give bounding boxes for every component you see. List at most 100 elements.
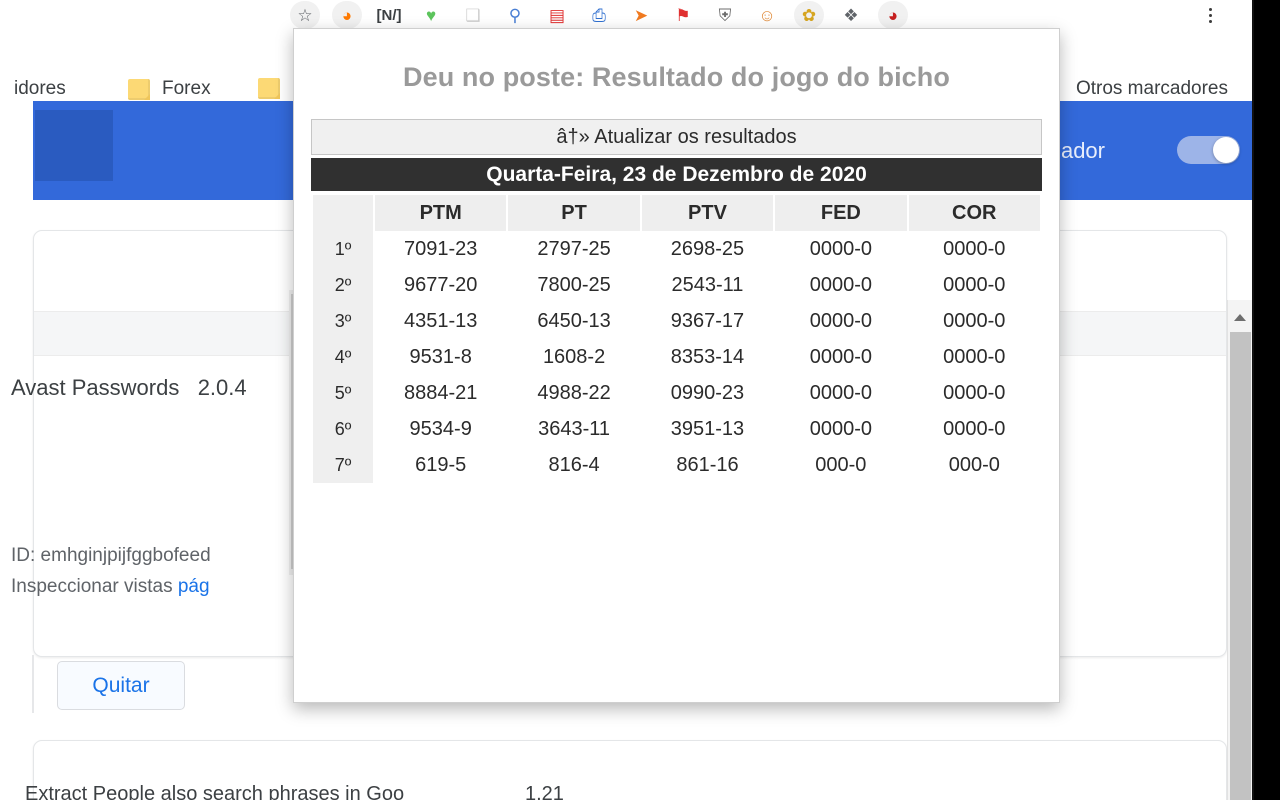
extension-id: ID: emhginjpijfggbofeed — [11, 545, 211, 566]
extension-second-version: 1.21 — [525, 783, 564, 800]
extension-second-name: Extract People also search phrases in Go… — [25, 783, 405, 800]
result-value: 3951-13 — [641, 411, 774, 447]
bookmark-star-icon[interactable]: ☆ — [290, 1, 320, 29]
result-position: 4º — [313, 339, 373, 375]
result-value: 3643-11 — [508, 411, 640, 447]
result-position: 3º — [313, 303, 373, 339]
results-table-row: 6º 9534-9 3643-11 3951-13 0000-0 0000-0 — [313, 411, 1040, 447]
gold-badge-icon[interactable]: ✿ — [794, 1, 824, 29]
extension-popup: Deu no poste: Resultado do jogo do bicho… — [293, 28, 1060, 703]
scroll-up-arrow-icon[interactable] — [1228, 308, 1252, 326]
results-table-row: 7º 619-5 816-4 861-16 000-0 000-0 — [313, 447, 1040, 483]
results-table-body: 1º 7091-23 2797-25 2698-25 0000-0 0000-0 2º 967… — [313, 231, 1040, 483]
note-page-icon[interactable]: ❑ — [458, 1, 488, 29]
inspect-views-label: Inspeccionar vistas — [11, 576, 173, 597]
red-black-avatar-icon[interactable]: ◕ — [878, 1, 908, 29]
three-dots-menu-icon[interactable] — [1198, 2, 1222, 28]
results-header-cor: COR — [908, 195, 1040, 231]
result-value: 9534-9 — [375, 411, 507, 447]
result-value: 0000-0 — [775, 231, 907, 267]
results-header-fed: FED — [775, 195, 907, 231]
browser-toolbar: ☆ ◕ [N/] ♥ ❑ ⚲ ▤ ⎙ ➤ ⚑ ⛨ ☺ ✿ ❖ ◕ — [0, 0, 1254, 30]
results-table-row: 4º 9531-8 1608-2 8353-14 0000-0 0000-0 — [313, 339, 1040, 375]
result-value: 9677-20 — [375, 267, 507, 303]
result-value: 619-5 — [375, 447, 507, 483]
browser-window: rollador Avast Passwords 2.0.4 ID: emhgi… — [0, 0, 1280, 800]
folder-icon — [258, 78, 280, 99]
result-value: 8884-21 — [375, 375, 507, 411]
bookmark-item-2[interactable] — [258, 78, 280, 99]
remove-extension-button[interactable]: Quitar — [57, 661, 185, 710]
extension-name-version: Avast Passwords 2.0.4 — [11, 375, 247, 401]
result-value: 0000-0 — [775, 375, 907, 411]
refresh-results-button[interactable]: â†» Atualizar os resultados — [311, 119, 1042, 155]
result-value: 4351-13 — [375, 303, 507, 339]
result-position: 7º — [313, 447, 373, 483]
extension-version: 2.0.4 — [197, 375, 247, 400]
result-value: 0000-0 — [908, 411, 1040, 447]
santa-emoji-icon[interactable]: ☺ — [752, 1, 782, 29]
popup-title: Deu no poste: Resultado do jogo do bicho — [403, 62, 950, 92]
result-value: 0000-0 — [775, 411, 907, 447]
result-value: 000-0 — [908, 447, 1040, 483]
result-value: 1608-2 — [508, 339, 640, 375]
red-film-icon[interactable]: ▤ — [542, 1, 572, 29]
search-magnifier-icon[interactable]: ⚲ — [500, 1, 530, 29]
result-value: 861-16 — [641, 447, 774, 483]
toggle-knob — [1213, 137, 1239, 163]
nj-extension-icon[interactable]: [N/] — [374, 1, 404, 29]
result-position: 6º — [313, 411, 373, 447]
other-bookmarks-label: Otros marcadores — [1075, 78, 1228, 99]
result-value: 000-0 — [775, 447, 907, 483]
developer-mode-toggle[interactable] — [1177, 136, 1240, 164]
avast-icon[interactable]: ◕ — [332, 1, 362, 29]
results-table: PTM PT PTV FED COR 1º 7091-23 2797-25 2698-25 00… — [311, 195, 1042, 483]
extension-name: Avast Passwords — [11, 375, 180, 400]
result-position: 5º — [313, 375, 373, 411]
monitor-icon[interactable]: ⎙ — [584, 1, 614, 29]
result-value: 9367-17 — [641, 303, 774, 339]
folder-icon — [128, 78, 150, 100]
result-value: 2698-25 — [641, 231, 774, 267]
bookmark-label: Forex — [162, 78, 211, 99]
green-shield-icon[interactable]: ♥ — [416, 1, 446, 29]
results-header-ptm: PTM — [375, 195, 507, 231]
window-border-right — [1254, 0, 1280, 800]
results-table-row: 1º 7091-23 2797-25 2698-25 0000-0 0000-0 — [313, 231, 1040, 267]
result-position: 2º — [313, 267, 373, 303]
results-header-pt: PT — [508, 195, 640, 231]
page-scrollbar[interactable] — [1227, 300, 1252, 800]
result-value: 8353-14 — [641, 339, 774, 375]
results-header-position — [313, 195, 373, 231]
result-value: 6450-13 — [508, 303, 640, 339]
result-value: 7800-25 — [508, 267, 640, 303]
orange-arrow-icon[interactable]: ➤ — [626, 1, 656, 29]
results-date-bar: Quarta-Feira, 23 de Dezembro de 2020 — [311, 158, 1042, 191]
page-scrollbar-thumb[interactable] — [1230, 332, 1251, 800]
result-value: 0000-0 — [908, 303, 1040, 339]
red-flag-icon[interactable]: ⚑ — [668, 1, 698, 29]
result-value: 0000-0 — [775, 267, 907, 303]
bookmark-label: idores — [14, 78, 66, 99]
other-bookmarks-item[interactable]: Otros marcadores — [1076, 78, 1228, 100]
result-value: 7091-23 — [375, 231, 507, 267]
results-table-row: 2º 9677-20 7800-25 2543-11 0000-0 0000-0 — [313, 267, 1040, 303]
puzzle-piece-icon[interactable]: ❖ — [836, 1, 866, 29]
result-value: 0990-23 — [641, 375, 774, 411]
results-header-ptv: PTV — [641, 195, 774, 231]
bookmark-item-0[interactable]: idores — [14, 78, 66, 100]
results-table-header-row: PTM PT PTV FED COR — [313, 195, 1040, 231]
result-value: 0000-0 — [908, 267, 1040, 303]
extensions-header-accent — [35, 110, 113, 181]
results-table-row: 5º 8884-21 4988-22 0990-23 0000-0 0000-0 — [313, 375, 1040, 411]
result-value: 2543-11 — [641, 267, 774, 303]
inspect-views-row: Inspeccionar vistas pág — [11, 576, 210, 598]
result-value: 2797-25 — [508, 231, 640, 267]
result-value: 0000-0 — [908, 231, 1040, 267]
results-table-row: 3º 4351-13 6450-13 9367-17 0000-0 0000-0 — [313, 303, 1040, 339]
inspect-views-link[interactable]: pág — [178, 576, 210, 597]
bookmark-item-1[interactable]: Forex — [128, 78, 211, 100]
gray-shield-icon[interactable]: ⛨ — [710, 1, 740, 29]
result-value: 0000-0 — [908, 375, 1040, 411]
toolbar-extension-icons: ☆ ◕ [N/] ♥ ❑ ⚲ ▤ ⎙ ➤ ⚑ ⛨ ☺ ✿ ❖ ◕ — [290, 0, 908, 30]
